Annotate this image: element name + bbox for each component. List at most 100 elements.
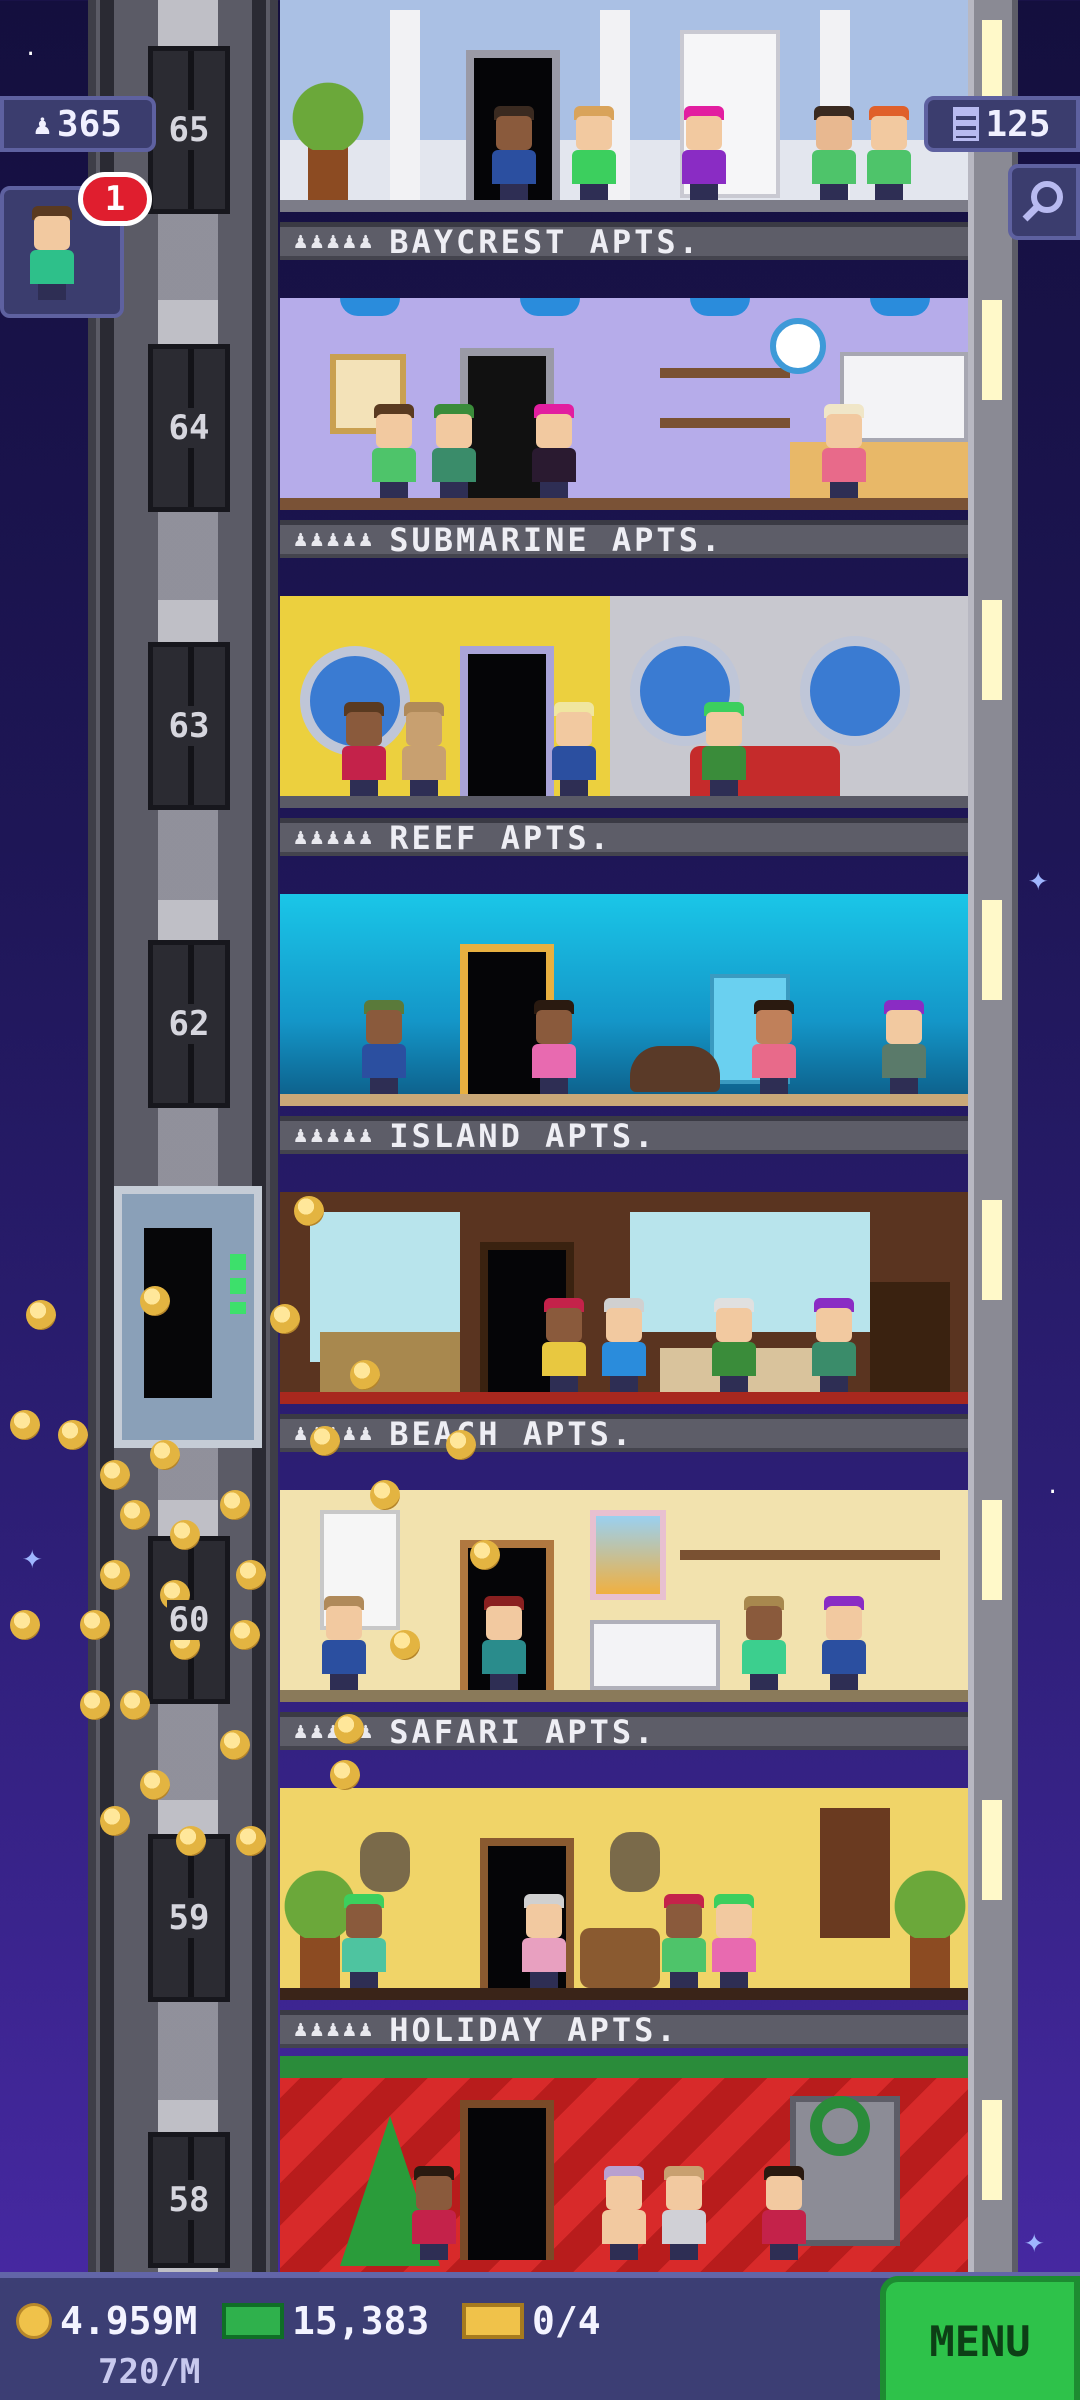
elevator-floor-door[interactable]: 64 [148,344,230,512]
falling-coin[interactable] [220,1490,250,1520]
falling-coin[interactable] [334,1714,364,1744]
tenant[interactable] [550,702,598,796]
tenant[interactable] [710,1894,758,1988]
falling-coin[interactable] [310,1426,340,1456]
floor-counter[interactable]: 125 [924,96,1080,152]
floor-banner[interactable]: ♟♟♟♟♟ ISLAND APTS. [280,1116,968,1155]
floor-number: 59 [166,1898,212,1938]
falling-coin[interactable] [390,1630,420,1660]
floor-62-island[interactable] [280,894,968,1106]
tenant[interactable] [740,1596,788,1690]
falling-coin[interactable] [220,1730,250,1760]
tenant[interactable] [540,1298,588,1392]
tenant[interactable] [660,1894,708,1988]
tenant[interactable] [360,1000,408,1094]
floor-banner[interactable]: ♟♟♟♟♟ BAYCREST APTS. [280,222,968,261]
tenant[interactable] [340,1894,388,1988]
tenant[interactable] [400,702,448,796]
elevator-floor-door[interactable]: 63 [148,642,230,810]
bux-display[interactable]: 15,383 [222,2298,429,2344]
falling-coin[interactable] [80,1690,110,1720]
tenant[interactable] [880,1000,928,1094]
falling-coin[interactable] [10,1610,40,1640]
falling-coin[interactable] [176,1826,206,1856]
falling-coin[interactable] [10,1410,40,1440]
falling-coin[interactable] [120,1690,150,1720]
tenant[interactable] [760,2166,808,2260]
elevator-floor-door[interactable]: 60 [148,1536,230,1704]
population-value: 365 [56,103,122,145]
falling-coin[interactable] [294,1196,324,1226]
falling-coin[interactable] [446,1430,476,1460]
floor-banner[interactable]: ♟♟♟♟♟ SAFARI APTS. [280,1712,968,1751]
falling-coin[interactable] [370,1480,400,1510]
tenant[interactable] [320,1596,368,1690]
tenant[interactable] [710,1298,758,1392]
floor-58[interactable] [280,2056,968,2272]
floor-banner[interactable]: ♟♟♟♟♟ SUBMARINE APTS. [280,520,968,559]
tenant[interactable] [480,1596,528,1690]
floor-banner[interactable]: ♟♟♟♟♟ REEF APTS. [280,818,968,857]
falling-coin[interactable] [470,1540,500,1570]
tenant[interactable] [810,1298,858,1392]
tenant[interactable] [530,1000,578,1094]
tenant[interactable] [520,1894,568,1988]
potted-plant [888,1858,968,1988]
falling-coin[interactable] [140,1286,170,1316]
porthole-window [800,636,910,746]
tenant[interactable] [490,106,538,200]
tenant[interactable] [820,1596,868,1690]
falling-coin[interactable] [350,1360,380,1390]
falling-coin[interactable] [236,1560,266,1590]
search-button[interactable] [1008,164,1080,240]
falling-coin[interactable] [330,1760,360,1790]
elevator-floor-door[interactable]: 65 [148,46,230,214]
tenant[interactable] [410,2166,458,2260]
falling-coin[interactable] [80,1610,110,1640]
tenant[interactable] [700,702,748,796]
tenant[interactable] [750,1000,798,1094]
tenant[interactable] [820,404,868,498]
falling-coin[interactable] [236,1826,266,1856]
elevator-floor-door[interactable]: 58 [148,2132,230,2268]
tenant[interactable] [570,106,618,200]
floor-banner[interactable]: ♟♟♟♟♟ BEACH APTS. [280,1414,968,1453]
coins-display[interactable]: 4.959M [16,2298,197,2344]
floor-61-beach[interactable] [280,1192,968,1404]
tribal-mask [360,1832,410,1892]
floor-63-reef[interactable] [280,596,968,808]
falling-coin[interactable] [270,1304,300,1334]
tenant[interactable] [600,2166,648,2260]
tenant[interactable] [680,106,728,200]
tenant[interactable] [370,404,418,498]
floor-stars: ♟♟♟♟♟ [294,527,376,552]
falling-coin[interactable] [150,1440,180,1470]
tenant[interactable] [600,1298,648,1392]
tenant[interactable] [530,404,578,498]
tenant[interactable] [340,702,388,796]
falling-coin[interactable] [120,1500,150,1530]
tickets-display[interactable]: 0/4 [462,2298,601,2344]
falling-coin[interactable] [100,1460,130,1490]
falling-coin[interactable] [170,1520,200,1550]
elevator-car[interactable] [114,1186,262,1448]
falling-coin[interactable] [100,1806,130,1836]
floor-64-submarine[interactable] [280,298,968,510]
elevator-floor-door[interactable]: 59 [148,1834,230,2002]
falling-coin[interactable] [58,1420,88,1450]
falling-coin[interactable] [140,1770,170,1800]
floor-banner[interactable]: ♟♟♟♟♟ HOLIDAY APTS. [280,2010,968,2049]
tenant[interactable] [430,404,478,498]
falling-coin[interactable] [100,1560,130,1590]
tenant[interactable] [660,2166,708,2260]
elevator-floor-door[interactable]: 62 [148,940,230,1108]
tenant[interactable] [865,106,913,200]
floor-65-baycrest[interactable] [280,0,968,212]
floor-59[interactable] [280,1788,968,2000]
falling-coin[interactable] [26,1300,56,1330]
falling-coin[interactable] [230,1620,260,1650]
tenant[interactable] [810,106,858,200]
menu-button[interactable]: MENU [880,2276,1080,2400]
population-counter[interactable]: ♟ 365 [0,96,156,152]
floor-60-safari[interactable] [280,1490,968,1702]
